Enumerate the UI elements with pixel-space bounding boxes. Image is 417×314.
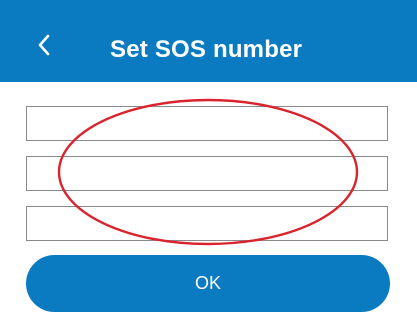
ok-button[interactable]: OK xyxy=(26,255,390,312)
chevron-left-icon xyxy=(38,34,50,56)
back-button[interactable] xyxy=(30,27,60,63)
sos-number-field-2[interactable] xyxy=(26,156,388,191)
page-title: Set SOS number xyxy=(110,36,303,63)
app-header: Set SOS number xyxy=(0,0,417,82)
sos-number-screen: Set SOS number OK xyxy=(0,0,417,314)
sos-number-field-1[interactable] xyxy=(26,106,388,141)
sos-number-field-3[interactable] xyxy=(26,206,388,241)
